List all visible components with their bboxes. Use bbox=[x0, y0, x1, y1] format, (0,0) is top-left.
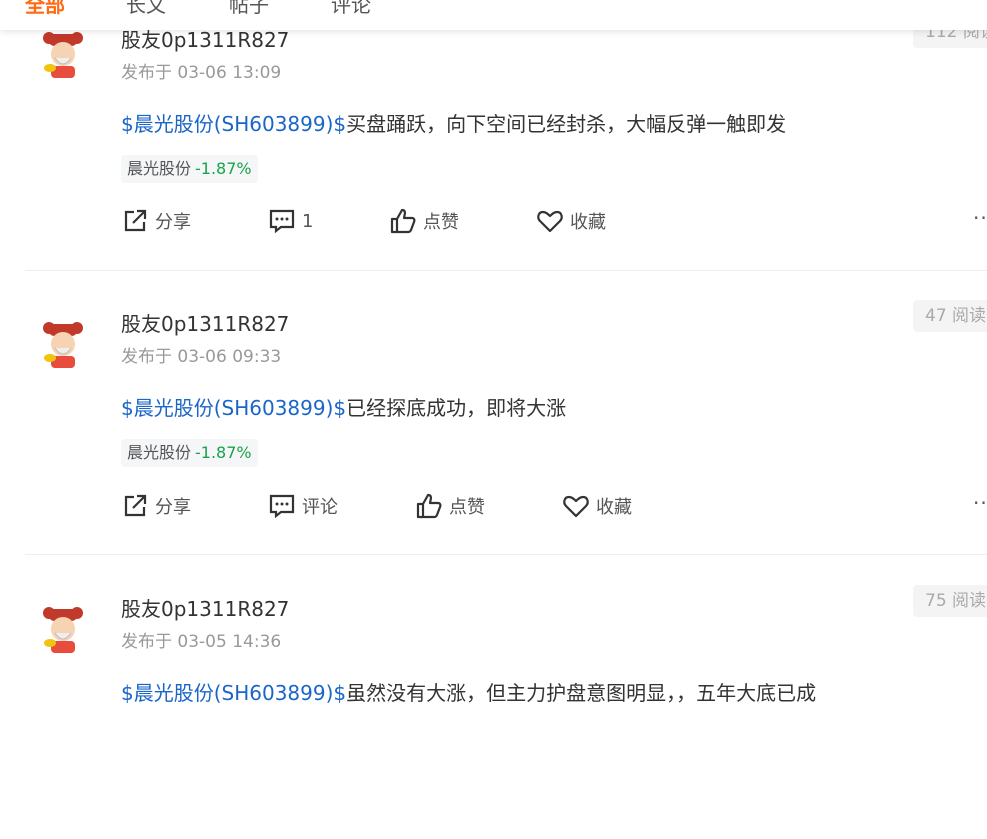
stock-link[interactable]: $晨光股份(SH603899)$ bbox=[121, 396, 346, 420]
author-name[interactable]: 股友0p1311R827 bbox=[121, 593, 289, 622]
more-options-icon[interactable]: ·· bbox=[973, 491, 987, 515]
more-options-icon[interactable]: ·· bbox=[973, 206, 987, 230]
share-button[interactable]: 分享 bbox=[121, 491, 191, 521]
chip-change: -1.87% bbox=[195, 443, 252, 462]
chip-stock-name: 晨光股份 bbox=[127, 159, 192, 178]
favorite-label: 收藏 bbox=[596, 497, 632, 518]
like-label: 点赞 bbox=[423, 212, 459, 233]
comment-button[interactable]: 1 bbox=[268, 206, 313, 236]
post-content: $晨光股份(SH603899)$虽然没有大涨，但主力护盘意图明显，，五年大底已成 bbox=[121, 677, 816, 706]
post-content: $晨光股份(SH603899)$已经探底成功，即将大涨 bbox=[121, 392, 566, 421]
stock-chip[interactable]: 晨光股份 -1.87% bbox=[121, 155, 258, 183]
comment-label: 1 bbox=[302, 210, 314, 232]
like-label: 点赞 bbox=[449, 497, 485, 518]
stock-link[interactable]: $晨光股份(SH603899)$ bbox=[121, 681, 346, 705]
read-count: 47 阅读 bbox=[913, 300, 987, 332]
heart-icon bbox=[563, 495, 589, 518]
post-item: 股友0p1311R827 发布于 03-06 09:33 47 阅读 $晨光股份… bbox=[25, 270, 987, 555]
post-time: 发布于 03-06 09:33 bbox=[121, 347, 282, 367]
post-text: 已经探底成功，即将大涨 bbox=[346, 396, 567, 420]
thumbs-up-icon bbox=[390, 208, 416, 234]
post-time: 发布于 03-06 13:09 bbox=[121, 63, 282, 83]
post-text: 买盘踊跃，向下空间已经封杀，大幅反弹一触即发 bbox=[346, 112, 787, 136]
share-button[interactable]: 分享 bbox=[121, 206, 191, 236]
thumbs-up-icon bbox=[416, 493, 442, 519]
share-label: 分享 bbox=[155, 212, 191, 233]
favorite-button[interactable]: 收藏 bbox=[536, 206, 606, 236]
stock-link[interactable]: $晨光股份(SH603899)$ bbox=[121, 112, 346, 136]
share-icon bbox=[124, 494, 147, 517]
tab-long-articles[interactable]: 长文 bbox=[126, 0, 166, 18]
post-content: $晨光股份(SH603899)$买盘踊跃，向下空间已经封杀，大幅反弹一触即发 bbox=[121, 108, 786, 137]
chip-change: -1.87% bbox=[195, 159, 252, 178]
author-name[interactable]: 股友0p1311R827 bbox=[121, 308, 289, 337]
tab-posts[interactable]: 帖子 bbox=[229, 0, 269, 18]
post-item: 股友0p1311R827 发布于 03-06 13:09 112 阅读 $晨光股… bbox=[25, 0, 987, 271]
favorite-label: 收藏 bbox=[570, 212, 606, 233]
comment-button[interactable]: 评论 bbox=[268, 491, 338, 521]
like-button[interactable]: 点赞 bbox=[389, 206, 459, 236]
avatar[interactable] bbox=[37, 318, 89, 370]
comment-icon bbox=[269, 494, 295, 519]
favorite-button[interactable]: 收藏 bbox=[562, 491, 632, 521]
like-button[interactable]: 点赞 bbox=[415, 491, 485, 521]
comment-icon bbox=[269, 209, 295, 234]
tab-comments[interactable]: 评论 bbox=[331, 0, 371, 18]
share-label: 分享 bbox=[155, 497, 191, 518]
read-count: 75 阅读 bbox=[913, 585, 987, 617]
heart-icon bbox=[537, 210, 563, 233]
avatar[interactable] bbox=[37, 603, 89, 655]
comment-label: 评论 bbox=[302, 497, 338, 518]
tab-all[interactable]: 全部 bbox=[25, 0, 65, 18]
post-time: 发布于 03-05 14:36 bbox=[121, 632, 282, 652]
stock-chip[interactable]: 晨光股份 -1.87% bbox=[121, 439, 258, 467]
post-item: 股友0p1311R827 发布于 03-05 14:36 75 阅读 $晨光股份… bbox=[25, 555, 987, 839]
tab-bar: 全部 长文 帖子 评论 bbox=[0, 0, 987, 30]
share-icon bbox=[124, 209, 147, 232]
avatar[interactable] bbox=[37, 28, 89, 80]
chip-stock-name: 晨光股份 bbox=[127, 443, 192, 462]
post-text: 虽然没有大涨，但主力护盘意图明显，，五年大底已成 bbox=[346, 681, 817, 705]
